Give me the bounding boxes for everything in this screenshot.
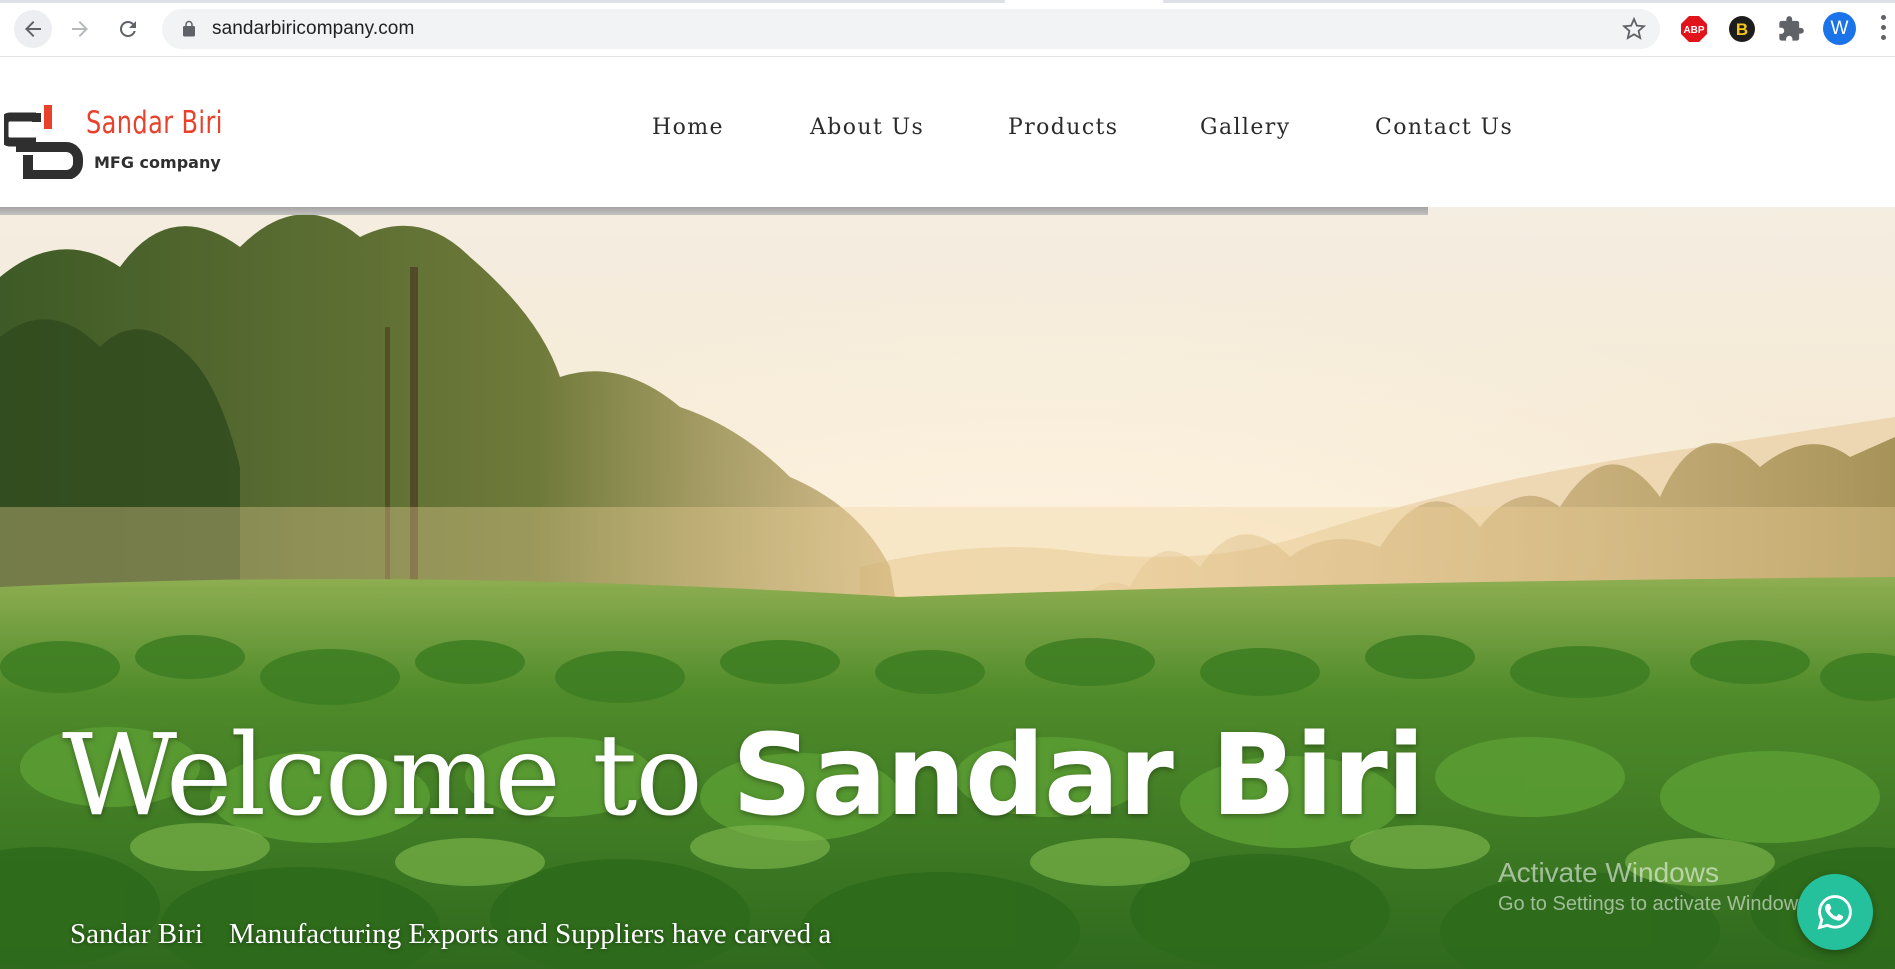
reload-button[interactable] — [109, 10, 147, 48]
svg-text:B: B — [1736, 20, 1748, 39]
extensions-puzzle-icon[interactable] — [1777, 15, 1805, 43]
tab-strip-edge — [0, 0, 1005, 3]
sandar-biri-logo-icon[interactable] — [4, 105, 86, 179]
activate-windows-subtitle: Go to Settings to activate Windows. — [1498, 893, 1814, 915]
b-extension-icon[interactable]: B — [1728, 15, 1756, 43]
tab-strip-edge — [1163, 0, 1895, 3]
forward-button[interactable] — [61, 10, 99, 48]
profile-avatar[interactable]: W — [1823, 12, 1856, 45]
tobacco-field-image — [0, 207, 1895, 969]
nav-about-us[interactable]: About Us — [810, 115, 924, 140]
svg-text:ABP: ABP — [1683, 25, 1704, 36]
logo-tagline: MFG company — [94, 153, 221, 172]
activate-windows-watermark: Activate Windows Go to Settings to activ… — [1498, 857, 1814, 916]
browser-menu-icon[interactable] — [1880, 15, 1888, 43]
site-header: Sandar Biri MFG company Home About Us Pr… — [0, 57, 1895, 207]
whatsapp-icon — [1817, 895, 1852, 930]
hero-banner — [0, 207, 1895, 969]
hero-subtitle-text: Manufacturing Exports and Suppliers have… — [228, 918, 832, 950]
hero-title-welcome: Welcome to — [62, 711, 703, 841]
hero-subtitle-brand: Sandar Biri — [70, 918, 203, 950]
address-bar[interactable]: sandarbiricompany.com — [162, 9, 1660, 49]
adblock-plus-icon[interactable]: ABP — [1680, 15, 1708, 43]
back-button[interactable] — [14, 10, 52, 48]
activate-windows-title: Activate Windows — [1498, 857, 1719, 888]
header-shadow-bar — [0, 207, 1428, 215]
hero-subtitle: Sandar Biri Manufacturing Exports and Sup… — [70, 918, 831, 951]
arrow-right-icon — [72, 21, 88, 37]
lock-icon[interactable] — [180, 20, 198, 38]
nav-products[interactable]: Products — [1008, 115, 1118, 140]
browser-toolbar: sandarbiricompany.com ABP B W — [0, 0, 1895, 57]
arrow-left-icon — [25, 21, 41, 37]
nav-gallery[interactable]: Gallery — [1200, 115, 1291, 140]
hero-title: Welcome to Sandar Biri — [62, 717, 1425, 835]
whatsapp-chat-button[interactable] — [1797, 874, 1873, 950]
bookmark-star-icon[interactable] — [1622, 17, 1646, 41]
logo-name[interactable]: Sandar Biri — [86, 105, 223, 141]
url-text[interactable]: sandarbiricompany.com — [212, 9, 414, 49]
reload-icon — [119, 20, 136, 37]
nav-contact-us[interactable]: Contact Us — [1375, 115, 1513, 140]
nav-home[interactable]: Home — [652, 115, 724, 140]
hero-title-brand: Sandar Biri — [731, 711, 1425, 841]
